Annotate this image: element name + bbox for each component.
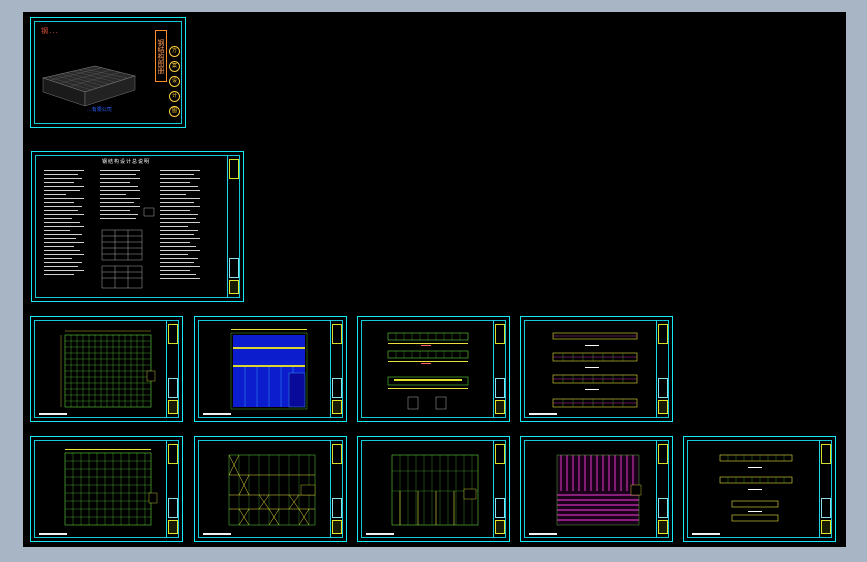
title-block: [493, 320, 506, 418]
section-elevations: [552, 332, 638, 408]
notes-title: 钢结构设计总说明: [102, 159, 151, 165]
drawing-label: [529, 533, 557, 535]
sheet-cover[interactable]: 钢... 钢结构图册 方 案 设 计 图 ...有限公司 ...: [30, 17, 186, 128]
drawing-label: [39, 413, 67, 415]
title-block: [330, 440, 343, 538]
drawing-label: [366, 533, 394, 535]
drawing-viewport[interactable]: 钢... 钢结构图册 方 案 设 计 图 ...有限公司 ... 钢结构设计总说…: [23, 12, 846, 547]
stamp: 计: [169, 91, 180, 102]
column-grid-plan: [60, 330, 156, 408]
drawing-label: [203, 413, 231, 415]
title-block: [493, 440, 506, 538]
title-block: [656, 440, 669, 538]
sheet-elev-2[interactable]: [520, 316, 673, 422]
cover-stamps: 方 案 设 计 图: [169, 46, 181, 121]
sheet-notes[interactable]: 钢结构设计总说明: [31, 151, 244, 302]
sheet-plan-1[interactable]: [30, 316, 183, 422]
stamp: 方: [169, 46, 180, 57]
title-block: [166, 320, 179, 418]
cover-title: 钢...: [41, 27, 59, 35]
roof-panel-plan: [230, 329, 308, 410]
cover-subtitle: ...: [87, 115, 90, 119]
cover-vertical-title: 钢结构图册: [155, 30, 167, 82]
sheet-plan-3[interactable]: [30, 436, 183, 542]
title-block: [166, 440, 179, 538]
notes-text-block: [44, 170, 200, 289]
stamp: 图: [169, 106, 180, 117]
foundation-grid-plan: [64, 449, 158, 526]
bracing-plan: [228, 454, 316, 526]
frame-layout-plan: [391, 454, 479, 526]
sheet-plan-6[interactable]: [520, 436, 673, 542]
stamp: 案: [169, 61, 180, 72]
wall-elevations: [719, 454, 793, 522]
stamp: 设: [169, 76, 180, 87]
sheet-plan-2[interactable]: [194, 316, 347, 422]
cover-company: ...有限公司: [87, 107, 112, 113]
elevation-drawings: [387, 332, 469, 410]
title-block: [330, 320, 343, 418]
building-3d-view: [41, 65, 137, 107]
title-block: [819, 440, 832, 538]
sheet-elev-1[interactable]: [357, 316, 510, 422]
sheet-plan-4[interactable]: [194, 436, 347, 542]
drawing-label: [39, 533, 67, 535]
title-block: [656, 320, 669, 418]
drawing-label: [203, 533, 231, 535]
sheet-plan-5[interactable]: [357, 436, 510, 542]
purlin-layout-plan: [556, 454, 642, 526]
sheet-elev-3[interactable]: [683, 436, 836, 542]
